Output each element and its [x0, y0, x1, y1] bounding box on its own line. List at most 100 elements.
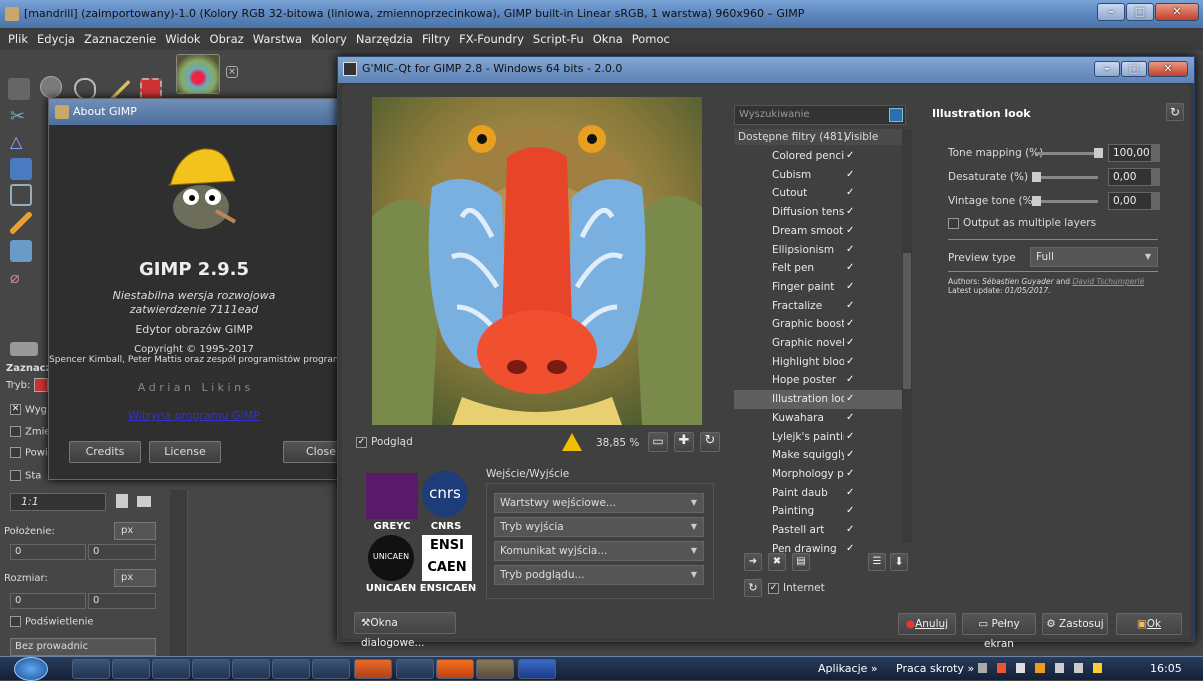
apps-toolbar[interactable]: Aplikacje »	[818, 662, 878, 675]
flag-icon[interactable]	[1016, 663, 1026, 673]
expand-collapse-button[interactable]: ☰	[868, 553, 886, 571]
param-value-spinbox[interactable]: 0,00	[1108, 192, 1160, 210]
taskbar-app-4[interactable]	[192, 659, 230, 679]
filter-item[interactable]: Dream smoothing✓	[734, 222, 902, 241]
input-layers-select[interactable]: Wartstwy wejściowe... ▼	[494, 493, 704, 513]
gmic-close-button[interactable]: ✕	[1148, 61, 1188, 77]
position-unit-select[interactable]: px	[114, 522, 156, 540]
tray-icon-3[interactable]	[1035, 663, 1045, 673]
filter-item[interactable]: Fractalize ✓	[734, 297, 902, 316]
landscape-icon[interactable]	[137, 496, 151, 507]
taskbar-app-2[interactable]	[112, 659, 150, 679]
ok-button[interactable]: ▣Ok	[1116, 613, 1182, 635]
output-message-select[interactable]: Komunikat wyjścia... ▼	[494, 541, 704, 561]
filter-visible-check[interactable]: ✓	[846, 428, 854, 446]
menu-file[interactable]: Plik	[8, 32, 28, 46]
filter-item[interactable]: Pastell art ✓	[734, 521, 902, 540]
tray-arrow-icon[interactable]	[978, 663, 988, 673]
maximize-button[interactable]: □	[1126, 3, 1154, 21]
add-fave-button[interactable]: ➜	[744, 553, 762, 571]
filter-visible-check[interactable]: ✓	[846, 409, 854, 427]
param-slider-handle[interactable]	[1032, 172, 1041, 182]
preview-type-select[interactable]: Full ▼	[1030, 247, 1158, 267]
taskbar-firefox-icon[interactable]	[436, 659, 474, 679]
fg-bg-colors-icon[interactable]	[10, 342, 38, 356]
filter-visible-check[interactable]: ✓	[846, 203, 854, 221]
filter-item[interactable]: Lylejk's painting✓	[734, 428, 902, 447]
option-fixed[interactable]: Sta	[10, 470, 41, 482]
filters-count-header[interactable]: Dostępne filtry (481)	[738, 129, 847, 145]
credits-button[interactable]: Credits	[69, 441, 141, 463]
zoom-out-button[interactable]: ▭	[648, 432, 668, 452]
close-image-icon[interactable]: ×	[226, 66, 238, 78]
scissors-icon[interactable]: ✂	[10, 106, 32, 128]
filter-visible-check[interactable]: ✓	[846, 353, 854, 371]
taskbar-app-7[interactable]	[312, 659, 350, 679]
filter-item[interactable]: Colored pencils✓	[734, 147, 902, 166]
filter-visible-check[interactable]: ✓	[846, 502, 854, 520]
filter-visible-check[interactable]: ✓	[846, 278, 854, 296]
param-slider-handle[interactable]	[1094, 148, 1103, 158]
about-close-button[interactable]: Close	[283, 441, 339, 463]
size-unit-select[interactable]: px	[114, 569, 156, 587]
taskbar-chrome-icon[interactable]	[354, 659, 392, 679]
minimize-button[interactable]: –	[1097, 3, 1125, 21]
output-mode-select[interactable]: Tryb wyjścia ▼	[494, 517, 704, 537]
filter-visible-check[interactable]: ✓	[846, 446, 854, 464]
filter-visible-check[interactable]: ✓	[846, 315, 854, 333]
smudge-icon[interactable]: ⌀	[10, 268, 32, 290]
position-x-input[interactable]: 0	[10, 544, 86, 560]
menu-filters[interactable]: Filtry	[422, 32, 450, 46]
reset-params-button[interactable]: ↻	[1166, 103, 1184, 121]
size-h-input[interactable]: 0	[88, 593, 156, 609]
filter-visible-check[interactable]: ✓	[846, 371, 854, 389]
filter-visible-check[interactable]: ✓	[846, 241, 854, 259]
filter-item[interactable]: Finger paint ✓	[734, 278, 902, 297]
network-icon[interactable]	[1054, 663, 1064, 673]
filter-visible-check[interactable]: ✓	[846, 484, 854, 502]
taskbar-app-5[interactable]	[232, 659, 270, 679]
measure-icon[interactable]: △	[10, 132, 32, 154]
zoom-reset-button[interactable]: ↻	[700, 432, 720, 452]
taskbar-app-6[interactable]	[272, 659, 310, 679]
filter-item[interactable]: Paint daub ✓	[734, 484, 902, 503]
filter-item[interactable]: Diffusion tensors✓	[734, 203, 902, 222]
dialogs-button[interactable]: ⚒Okna dialogowe...	[354, 612, 456, 649]
filter-item[interactable]: Morphology pain✓	[734, 465, 902, 484]
filter-item[interactable]: Make squiggly ✓	[734, 446, 902, 465]
search-input[interactable]: Wyszukiwanie	[734, 105, 906, 125]
param-slider[interactable]	[1032, 172, 1098, 182]
ratio-field[interactable]: 1:1	[10, 493, 106, 511]
menu-select[interactable]: Zaznaczenie	[84, 32, 156, 46]
zoom-in-button[interactable]: ✚	[674, 432, 694, 452]
filter-item[interactable]: Kuwahara ✓	[734, 409, 902, 428]
param-value-spinbox[interactable]: 100,00	[1108, 144, 1160, 162]
taskbar-app-3[interactable]	[152, 659, 190, 679]
filter-item[interactable]: Felt pen ✓	[734, 259, 902, 278]
option-feather[interactable]: Zmie	[10, 426, 51, 438]
param-slider[interactable]	[1032, 196, 1098, 206]
menu-view[interactable]: Widok	[165, 32, 200, 46]
filter-visible-check[interactable]: ✓	[846, 184, 854, 202]
color-select-icon[interactable]	[140, 78, 162, 100]
mode-replace-icon[interactable]	[34, 378, 48, 392]
guides-select[interactable]: Bez prowadnic	[10, 638, 156, 656]
filter-item[interactable]: Graphic boost ✓	[734, 315, 902, 334]
filter-visible-check[interactable]: ✓	[846, 166, 854, 184]
filter-item[interactable]: Ellipsionism ✓	[734, 241, 902, 260]
taskbar-app-explorer[interactable]	[72, 659, 110, 679]
position-y-input[interactable]: 0	[88, 544, 156, 560]
filter-visible-check[interactable]: ✓	[846, 465, 854, 483]
menu-image[interactable]: Obraz	[210, 32, 244, 46]
param-value-spinbox[interactable]: 0,00	[1108, 168, 1160, 186]
filter-item[interactable]: Painting ✓	[734, 502, 902, 521]
preview-mode-select[interactable]: Tryb podglądu... ▼	[494, 565, 704, 585]
close-button[interactable]: ✕	[1155, 3, 1199, 21]
shortcuts-toolbar[interactable]: Praca skroty »	[896, 662, 974, 675]
taskbar-gimp-icon[interactable]	[476, 659, 514, 679]
tray-icon-1[interactable]	[997, 663, 1007, 673]
filter-visible-check[interactable]: ✓	[846, 334, 854, 352]
start-button[interactable]	[14, 657, 48, 681]
param-slider-handle[interactable]	[1032, 196, 1041, 206]
filter-item[interactable]: Hope poster ✓	[734, 371, 902, 390]
